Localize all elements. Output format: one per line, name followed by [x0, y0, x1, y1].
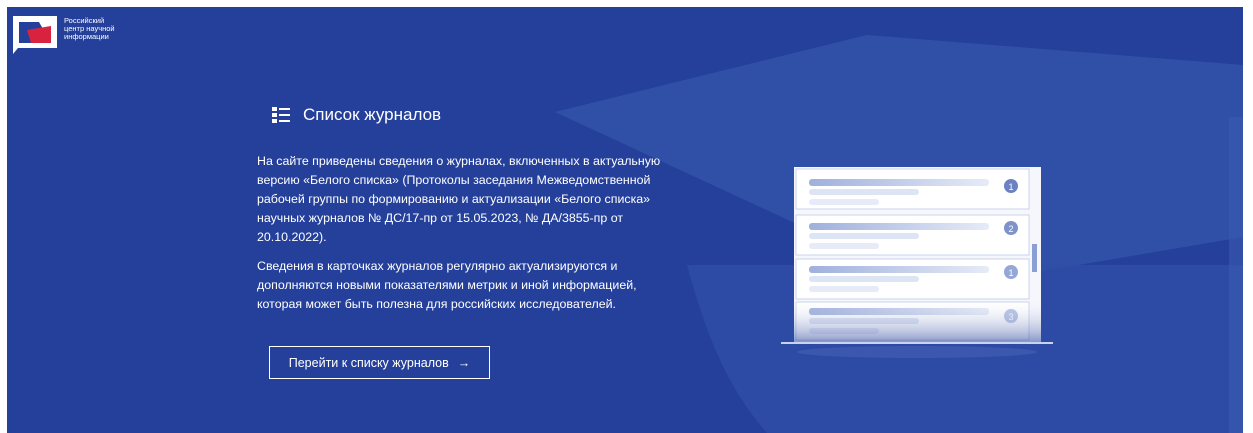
card-number: 2 [1008, 224, 1013, 234]
logo-line-3: информации [64, 32, 109, 41]
arrow-right-icon: → [457, 355, 471, 370]
journal-card: 1 [795, 258, 1030, 300]
card-number: 1 [1008, 182, 1013, 192]
section-header: Список журналов [272, 105, 441, 125]
card-number: 1 [1008, 268, 1013, 278]
rcsi-logo[interactable]: Российский центр научной информации [13, 16, 134, 54]
illustration-scrollbar [1032, 244, 1037, 272]
section-title: Список журналов [303, 105, 442, 124]
go-to-journal-list-label: Перейти к списку журналов [288, 355, 449, 370]
journal-card: 2 [795, 214, 1030, 256]
illustration-shelf [781, 342, 1053, 344]
description-paragraph-1: На сайте приведены сведения о журналах, … [257, 154, 661, 244]
go-to-journal-list-button[interactable]: Перейти к списку журналов → [269, 346, 490, 379]
journal-card: 1 [795, 168, 1030, 210]
logo-text: Российский центр научной информации [64, 17, 134, 41]
journal-list-illustration: 1 2 1 3 [781, 167, 1053, 358]
rcsi-logo-icon [13, 16, 57, 54]
description-paragraph-2: Сведения в карточках журналов регулярно … [257, 259, 637, 311]
white-list-banner: Российский центр научной информации Спис… [7, 7, 1243, 433]
list-icon [272, 107, 290, 123]
